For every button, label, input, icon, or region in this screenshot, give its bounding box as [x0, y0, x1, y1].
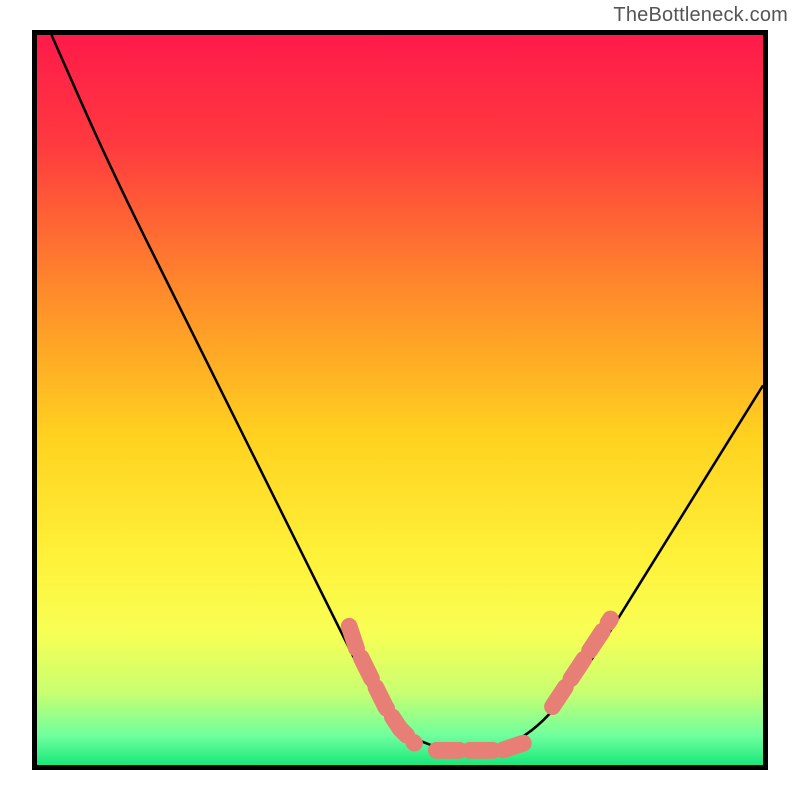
chart-frame — [32, 30, 768, 770]
marker-band-left-marker-band — [349, 626, 414, 743]
main-curve-path — [52, 35, 763, 750]
marker-band-bottom-marker-band — [436, 743, 523, 750]
watermark-text: TheBottleneck.com — [613, 4, 788, 27]
marker-group — [349, 619, 610, 750]
chart-plot — [37, 35, 763, 765]
chart-stage: TheBottleneck.com — [0, 0, 800, 800]
marker-band-right-marker-band — [552, 619, 610, 707]
